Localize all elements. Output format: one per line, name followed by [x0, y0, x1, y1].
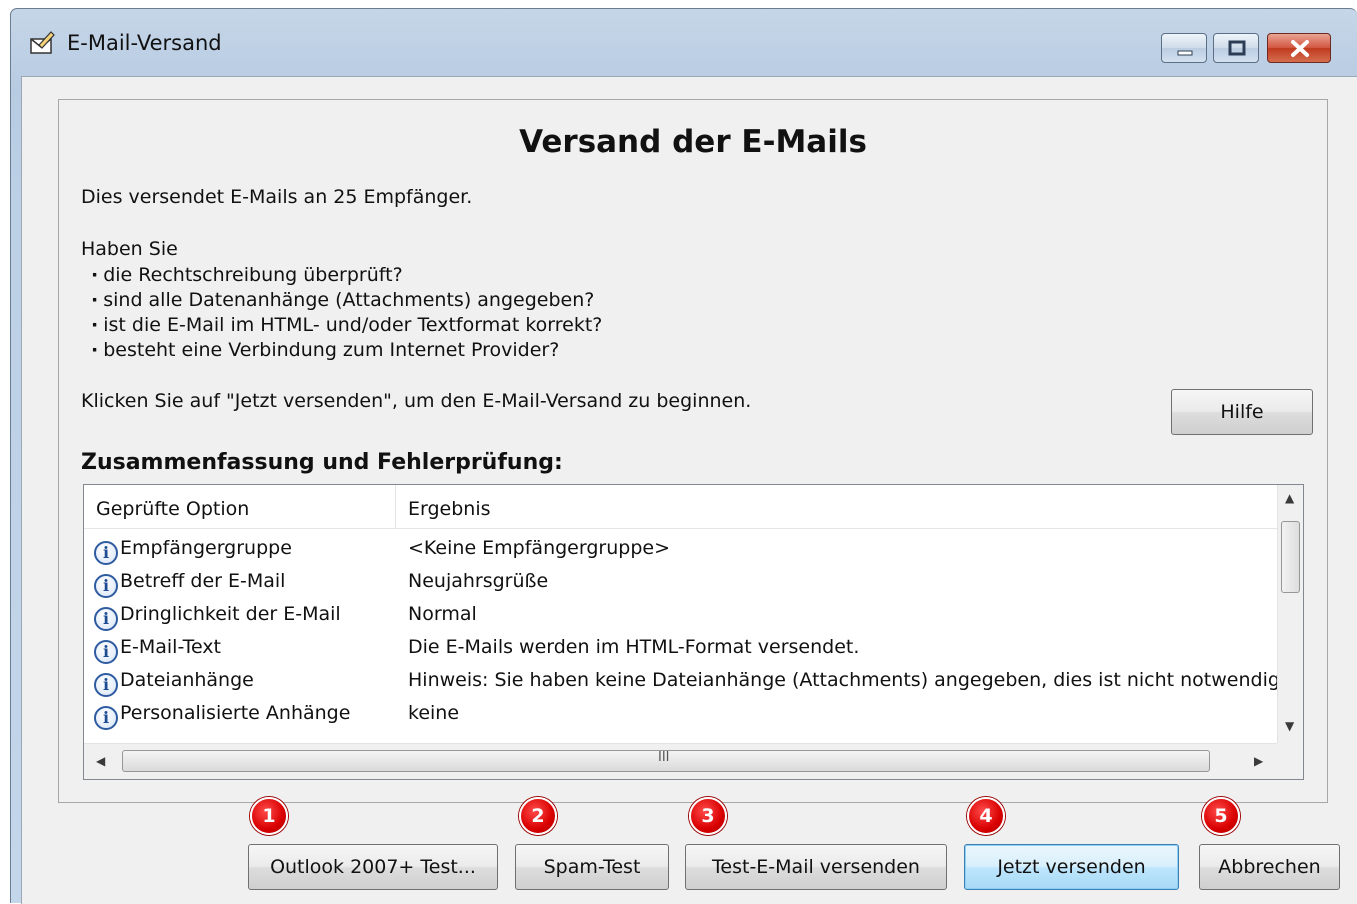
scroll-right-arrow-icon[interactable]: ▶ — [1254, 754, 1263, 768]
summary-table[interactable]: Geprüfte Option Ergebnis i Empfängergrupp… — [83, 484, 1304, 780]
help-button[interactable]: Hilfe — [1171, 389, 1313, 435]
result-cell: <Keine Empfängergruppe> — [408, 537, 670, 559]
table-body: i Empfängergruppe <Keine Empfängergruppe>… — [84, 533, 1278, 741]
test-email-send-button[interactable]: Test-E-Mail versenden — [685, 844, 947, 890]
minimize-button[interactable] — [1161, 33, 1207, 63]
dialog-client-area: Versand der E-Mails Dies versendet E-Mai… — [21, 76, 1357, 904]
column-header-option[interactable]: Geprüfte Option — [84, 485, 396, 529]
column-header-result[interactable]: Ergebnis — [396, 485, 1276, 529]
option-cell: i Personalisierte Anhänge — [94, 702, 350, 730]
maximize-button[interactable] — [1213, 33, 1259, 63]
maximize-icon — [1228, 40, 1246, 56]
option-cell: i E-Mail-Text — [94, 636, 221, 664]
info-icon: i — [94, 640, 118, 664]
table-row[interactable]: i Dateianhänge Hinweis: Sie haben keine D… — [84, 665, 1278, 698]
option-label: Dringlichkeit der E-Mail — [120, 603, 341, 625]
result-cell: Hinweis: Sie haben keine Dateianhänge (A… — [408, 669, 1278, 691]
checklist-question: Haben Sie — [81, 238, 178, 260]
table-row[interactable]: i Dringlichkeit der E-Mail Normal — [84, 599, 1278, 632]
close-button[interactable] — [1267, 33, 1331, 63]
send-now-button[interactable]: Jetzt versenden — [964, 844, 1179, 890]
outlook-test-button[interactable]: Outlook 2007+ Test... — [248, 844, 498, 890]
step-badge: 1 — [250, 797, 288, 835]
option-cell: i Betreff der E-Mail — [94, 570, 285, 598]
email-send-window: E-Mail-Versand Versand der E-Mails Dies … — [10, 8, 1357, 904]
scroll-left-arrow-icon[interactable]: ◀ — [96, 754, 105, 768]
result-cell: Normal — [408, 603, 477, 625]
table-header: Geprüfte Option Ergebnis — [84, 485, 1278, 529]
info-icon: i — [94, 574, 118, 598]
minimize-icon — [1177, 50, 1193, 56]
table-row[interactable]: i Personalisierte Anhänge keine — [84, 698, 1278, 731]
window-title: E-Mail-Versand — [67, 31, 222, 55]
step-badge: 5 — [1202, 797, 1240, 835]
step-badge: 3 — [689, 797, 727, 835]
info-icon: i — [94, 706, 118, 730]
scrollbar-corner — [1277, 743, 1303, 779]
result-cell: Die E-Mails werden im HTML-Format versen… — [408, 636, 860, 658]
option-label: E-Mail-Text — [120, 636, 221, 658]
table-row[interactable]: i Betreff der E-Mail Neujahrsgrüße — [84, 566, 1278, 599]
summary-heading: Zusammenfassung und Fehlerprüfung: — [81, 450, 563, 475]
scroll-up-arrow-icon[interactable]: ▲ — [1285, 491, 1294, 505]
scroll-down-arrow-icon[interactable]: ▼ — [1285, 719, 1294, 733]
checklist-item: die Rechtschreibung überprüft? — [91, 264, 402, 286]
step-badge: 2 — [519, 797, 557, 835]
option-label: Betreff der E-Mail — [120, 570, 286, 592]
option-cell: i Empfängergruppe — [94, 537, 292, 565]
vertical-scroll-thumb[interactable] — [1281, 521, 1300, 593]
spam-test-button[interactable]: Spam-Test — [515, 844, 669, 890]
option-label: Dateianhänge — [120, 669, 254, 691]
checklist-item: ist die E-Mail im HTML- und/oder Textfor… — [91, 314, 602, 336]
checklist-item: besteht eine Verbindung zum Internet Pro… — [91, 339, 559, 361]
horizontal-scroll-thumb[interactable]: III — [122, 750, 1210, 772]
scroll-grip: III — [658, 750, 670, 765]
result-cell: keine — [408, 702, 460, 724]
checklist-item: sind alle Datenanhänge (Attachments) ang… — [91, 289, 594, 311]
step-badge: 4 — [967, 797, 1005, 835]
info-icon: i — [94, 541, 118, 565]
option-label: Empfängergruppe — [120, 537, 292, 559]
table-row[interactable]: i Empfängergruppe <Keine Empfängergruppe> — [84, 533, 1278, 566]
mail-edit-icon — [29, 31, 55, 55]
dialog-heading: Versand der E-Mails — [519, 124, 867, 160]
result-cell: Neujahrsgrüße — [408, 570, 549, 592]
option-cell: i Dateianhänge — [94, 669, 254, 697]
info-icon: i — [94, 607, 118, 631]
table-row[interactable]: i E-Mail-Text Die E-Mails werden im HTML-… — [84, 632, 1278, 665]
vertical-scrollbar[interactable]: ▲ ▼ — [1277, 485, 1303, 745]
option-cell: i Dringlichkeit der E-Mail — [94, 603, 341, 631]
send-instruction: Klicken Sie auf "Jetzt versenden", um de… — [81, 390, 752, 412]
option-label: Personalisierte Anhänge — [120, 702, 351, 724]
content-panel: Versand der E-Mails Dies versendet E-Mai… — [58, 99, 1328, 803]
close-icon — [1291, 40, 1309, 57]
horizontal-scrollbar[interactable]: ◀ III ▶ — [84, 743, 1278, 779]
info-icon: i — [94, 673, 118, 697]
recipient-info: Dies versendet E-Mails an 25 Empfänger. — [81, 186, 473, 208]
cancel-button[interactable]: Abbrechen — [1199, 844, 1340, 890]
